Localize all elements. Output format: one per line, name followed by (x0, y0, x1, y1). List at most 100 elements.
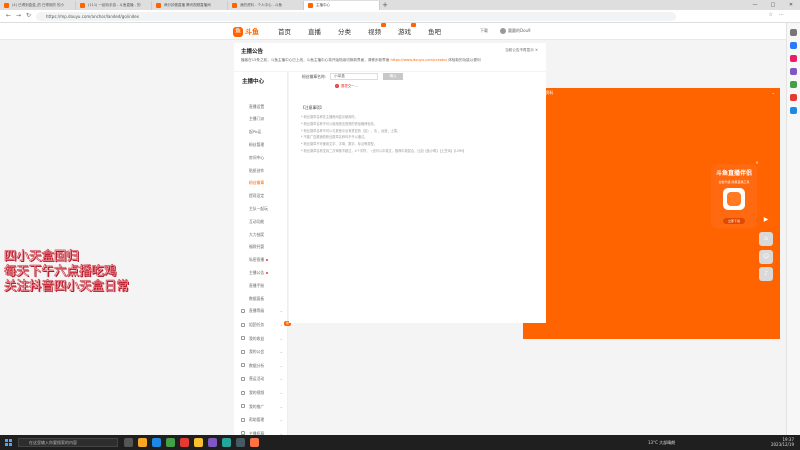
browser-tools-icon[interactable]: ☆⋯ (769, 12, 790, 18)
menu-group-icon (241, 417, 245, 422)
menu-group-icon (241, 336, 245, 341)
tab-favicon-icon (308, 3, 313, 8)
new-badge (411, 23, 416, 27)
download-link[interactable]: 下载 (480, 28, 488, 34)
nav-home[interactable]: 首页 (278, 26, 291, 36)
sidebar-item[interactable]: 主队一起玩 (234, 204, 288, 213)
sidebar-item[interactable]: 直播手账 (234, 281, 288, 290)
badge-name-form: 粉丝徽章名称: 小拿盒 确认 (302, 73, 404, 80)
browser-tab[interactable]: 主播中心 (304, 1, 380, 10)
extension-icon[interactable] (790, 68, 797, 75)
sidebar-item[interactable]: 帮助管理 ⌄ (234, 415, 288, 424)
app-icon[interactable] (194, 438, 203, 447)
sidebar-item-label: 粉丝徽章 (249, 180, 265, 186)
sidebar-item[interactable]: 大力抽奖 (234, 230, 288, 239)
download-now-button[interactable]: 立即下载 (723, 218, 745, 224)
sidebar-item[interactable]: 私密直播 (234, 255, 288, 264)
nav-category[interactable]: 分类 (338, 26, 351, 36)
menu-group-icon (241, 376, 245, 381)
tab-favicon-icon (4, 3, 9, 8)
sidebar-item-label: 数据分析 (249, 362, 265, 368)
app-icon[interactable] (222, 438, 231, 447)
rule-line: * 粉丝徽章名称不可以使用违法违规的低俗赌博色情。 (301, 121, 377, 126)
user-menu[interactable]: 圆圆的Dou9 (500, 28, 543, 34)
rule-line: * 粉丝徽章名称不可以与其他平台有重复的（如），请 ，运营，土拨。 (301, 128, 401, 133)
confirm-button[interactable]: 确认 (383, 73, 404, 80)
sidebar-item[interactable]: 提现设定 (234, 191, 288, 200)
extension-icon[interactable] (790, 94, 797, 101)
nav-fishbar[interactable]: 鱼吧 (428, 26, 441, 36)
notice-link[interactable]: https://www.douyu.com/creator (390, 58, 447, 62)
close-ad-button[interactable]: × (754, 160, 760, 166)
sidebar-item[interactable]: 福袋托管 (234, 242, 288, 251)
app-icon[interactable] (250, 438, 259, 447)
close-window-button[interactable]: ✕ (782, 0, 800, 10)
sidebar-item[interactable]: 数据分析 ⌄ (234, 361, 288, 370)
app-icon[interactable] (180, 438, 189, 447)
browser-tab[interactable]: (4) 已得到盒盒_的 已得到的 的小 (0, 1, 76, 10)
play-icon[interactable]: ▶ (759, 213, 773, 227)
sidebar-item-label: 福袋托管 (249, 244, 265, 250)
sidebar-item[interactable]: 直播设置 (234, 102, 288, 111)
steam-icon[interactable] (236, 438, 245, 447)
douyu-logo[interactable]: 鱼 斗鱼 (233, 25, 259, 38)
tab-label: 我的资料 - 个人中心 - 斗鱼 (240, 3, 282, 7)
task-view-icon[interactable] (124, 438, 133, 447)
weather-widget[interactable]: 13°C 大部晴朗 (648, 440, 675, 446)
browser-tab[interactable]: (111) 一起玩手游 - 斗鱼直播 - 的 (76, 1, 152, 10)
app-icon[interactable] (166, 438, 175, 447)
extension-icon[interactable] (790, 55, 797, 62)
sidebar-item[interactable]: 数据面板 (234, 294, 288, 303)
dismiss-notice-button[interactable]: 当前公告不再显示 ✕ (505, 48, 538, 53)
nav-arrows-icon[interactable]: ←→↻ (6, 12, 36, 19)
sidebar-item[interactable]: 我的推广 ⌄ (234, 402, 288, 411)
notice-text: 体验新的功能以便利 (447, 58, 481, 62)
maximize-button[interactable]: □ (764, 0, 782, 10)
home-icon[interactable]: ⌂ (759, 232, 773, 246)
sidebar-item[interactable]: 主播门派 (234, 114, 288, 123)
notice-title: 主播公告 (241, 49, 264, 55)
browser-tab[interactable]: 我的资料 - 个人中心 - 斗鱼 (228, 1, 304, 10)
sidebar-item[interactable]: 贴纸创作 (234, 166, 288, 175)
extension-icon[interactable] (790, 29, 797, 36)
extension-icon[interactable] (790, 107, 797, 114)
extension-icon[interactable] (790, 81, 797, 88)
notification-dot (266, 272, 269, 274)
sidebar-item[interactable]: 我的收益 ⌄ (234, 334, 288, 343)
system-clock[interactable]: 19:37 2023/12/19 (771, 437, 794, 447)
minimize-button[interactable]: — (746, 0, 764, 10)
url-input[interactable]: https://mp.douyu.com/anchor/landed/go/in… (36, 12, 676, 21)
sidebar-item[interactable]: 组团任务新 ⌄ (234, 320, 291, 329)
nav-games[interactable]: 游戏 (398, 23, 416, 36)
edge-icon[interactable] (152, 438, 161, 447)
sidebar-item[interactable]: 我的视频 ⌄ (234, 388, 288, 397)
extension-icon[interactable] (790, 42, 797, 49)
badge-name-input[interactable]: 小拿盒 (330, 73, 379, 80)
app-icon[interactable] (208, 438, 217, 447)
sidebar-item[interactable]: 互动功能 (234, 217, 288, 226)
live-companion-ad[interactable]: × 斗鱼直播伴侣 全新升级 简易直播工具 立即下载 (711, 160, 760, 228)
sidebar-item[interactable]: 粉丝管理 (234, 140, 288, 149)
file-explorer-icon[interactable] (138, 438, 147, 447)
fan-badge-panel: 粉丝徽章名称: 小拿盒 确认 要提交一... 【注意事项】 * 粉丝徽章名称在主… (289, 72, 546, 323)
sidebar-item[interactable]: 直播等级 ⌄ (234, 306, 288, 315)
sidebar-item[interactable]: 起Pk运 (234, 127, 288, 136)
nav-live[interactable]: 直播 (308, 26, 321, 36)
sidebar-item-label: 组团任务 (249, 322, 265, 327)
browser-tab[interactable]: 两分钟做直播 腾讯视频直播间 (152, 1, 228, 10)
music-icon[interactable]: ♪ (759, 267, 773, 281)
notice-text: 播客在15条之前，斗鱼主播中心已上线，斗鱼主播中心将开始陆续切换新界面，请移步新… (241, 58, 391, 62)
windows-start-icon[interactable] (5, 439, 12, 446)
sidebar-item[interactable]: 房间中心 (234, 153, 288, 162)
nav-video[interactable]: 视频 (368, 23, 386, 36)
taskbar-search-input[interactable]: 在这里输入你要搜索的内容 (18, 438, 118, 447)
service-icon[interactable]: ☺ (759, 250, 773, 264)
sidebar-item[interactable]: 粉丝徽章 (234, 178, 288, 187)
new-tab-button[interactable]: + (380, 1, 390, 10)
extension-sidebar (786, 23, 800, 435)
sidebar-item[interactable]: 营运活动 ⌄ (234, 374, 288, 383)
sidebar-item[interactable]: 我的公会 ⌄ (234, 347, 288, 356)
chevron-down-icon: ⌄ (279, 403, 283, 409)
fish-logo-icon: 鱼 (233, 26, 243, 37)
sidebar-item[interactable]: 主播公告 (234, 268, 288, 277)
